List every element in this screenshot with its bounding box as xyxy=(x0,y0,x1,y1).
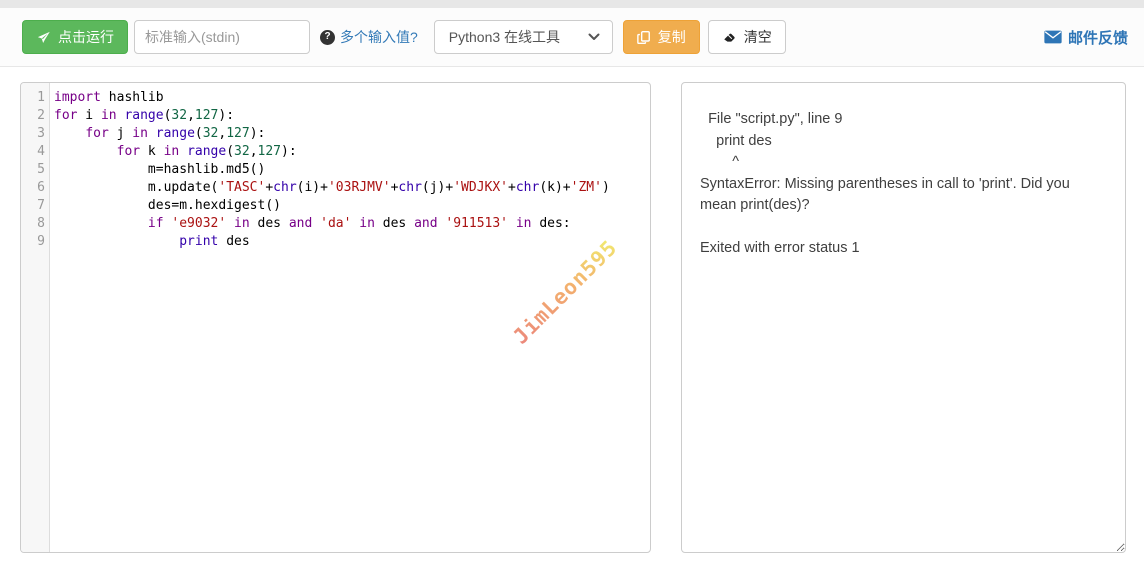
line-number: 6 xyxy=(21,179,45,197)
envelope-icon xyxy=(1044,30,1062,44)
code-line: for k in range(32,127): xyxy=(54,143,650,161)
send-icon xyxy=(36,30,51,45)
multi-input-label: 多个输入值? xyxy=(340,27,418,47)
output-area[interactable]: File "script.py", line 9 print des ^ Syn… xyxy=(681,82,1126,553)
language-select-value: Python3 在线工具 xyxy=(449,27,588,47)
code-line: print des xyxy=(54,233,650,251)
copy-button[interactable]: 复制 xyxy=(623,20,700,54)
code-line: des=m.hexdigest() xyxy=(54,197,650,215)
copy-button-label: 复制 xyxy=(658,27,686,47)
copy-icon xyxy=(637,30,651,45)
clear-button[interactable]: 清空 xyxy=(708,20,786,54)
stdin-input[interactable] xyxy=(134,20,310,54)
email-feedback-label: 邮件反馈 xyxy=(1068,27,1128,48)
code-line: m=hashlib.md5() xyxy=(54,161,650,179)
code-area[interactable]: import hashlibfor i in range(32,127): fo… xyxy=(50,83,650,552)
line-number: 7 xyxy=(21,197,45,215)
language-select[interactable]: Python3 在线工具 xyxy=(434,20,613,54)
gutter: 123456789 xyxy=(21,83,50,552)
watermark: JimLeon595 xyxy=(511,237,620,346)
question-circle-icon: ? xyxy=(320,30,335,45)
line-number: 9 xyxy=(21,233,45,251)
code-line: import hashlib xyxy=(54,89,650,107)
line-number: 5 xyxy=(21,161,45,179)
multi-input-link[interactable]: ? 多个输入值? xyxy=(320,27,418,47)
email-feedback-link[interactable]: 邮件反馈 xyxy=(1044,27,1128,48)
code-line: for j in range(32,127): xyxy=(54,125,650,143)
code-editor-panel: 123456789 import hashlibfor i in range(3… xyxy=(20,82,651,553)
line-number: 4 xyxy=(21,143,45,161)
line-number: 2 xyxy=(21,107,45,125)
line-number: 8 xyxy=(21,215,45,233)
code-line: if 'e9032' in des and 'da' in des and '9… xyxy=(54,215,650,233)
eraser-icon xyxy=(722,30,737,44)
line-number: 3 xyxy=(21,125,45,143)
toolbar: 点击运行 ? 多个输入值? Python3 在线工具 复制 清 xyxy=(0,8,1144,67)
run-button-label: 点击运行 xyxy=(58,27,114,47)
top-strip xyxy=(0,0,1144,8)
run-button[interactable]: 点击运行 xyxy=(22,20,128,54)
code-line: for i in range(32,127): xyxy=(54,107,650,125)
code-lines: import hashlibfor i in range(32,127): fo… xyxy=(54,89,650,251)
chevron-down-icon xyxy=(588,33,600,41)
line-number: 1 xyxy=(21,89,45,107)
clear-button-label: 清空 xyxy=(744,27,772,47)
code-line: m.update('TASC'+chr(i)+'03RJMV'+chr(j)+'… xyxy=(54,179,650,197)
